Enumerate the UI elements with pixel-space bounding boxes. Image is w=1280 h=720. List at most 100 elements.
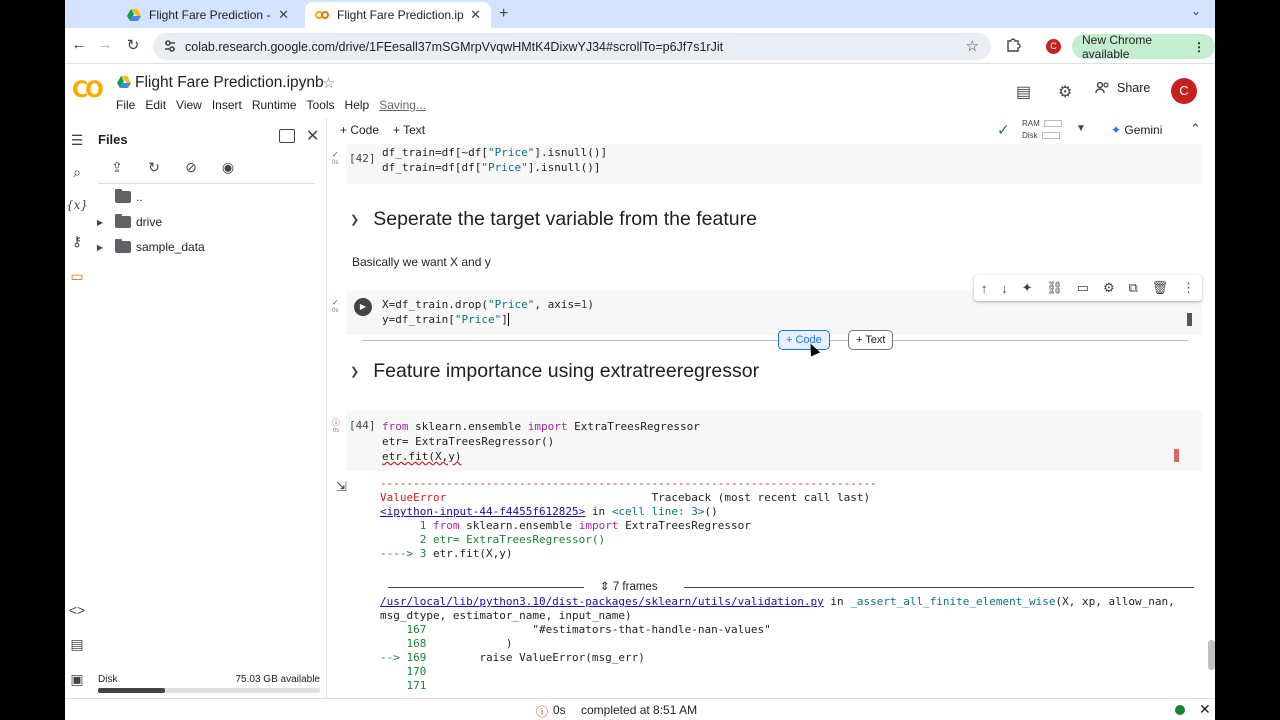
tab-title: Flight Fare Prediction.ipynb - — [337, 8, 464, 22]
insert-text-button[interactable]: + Text — [848, 330, 894, 350]
notebook-scrollbar[interactable] — [1208, 640, 1215, 670]
frames-toggle[interactable]: ⇕ 7 frames — [594, 579, 664, 593]
delete-trash-icon[interactable]: 🗑 — [1152, 280, 1169, 296]
notebook-title[interactable]: Flight Fare Prediction.ipynb — [135, 74, 324, 92]
address-bar[interactable]: colab.research.google.com/drive/1FEesall… — [153, 33, 991, 60]
section-heading[interactable]: ❯ Seperate the target variable from the … — [346, 208, 757, 231]
code-editor[interactable]: X=df_train.drop("Price", axis=1) y=df_tr… — [382, 297, 594, 327]
settings-gear-icon[interactable]: ⚙ — [1103, 280, 1115, 296]
code-cell-44[interactable]: [44] from sklearn.ensemble import ExtraT… — [346, 411, 1202, 471]
left-screen-margin — [0, 0, 65, 720]
tab-search-chevron-icon[interactable]: ⌄ — [1191, 4, 1201, 18]
file-row-drive[interactable]: ▶ drive — [93, 211, 162, 233]
tab-strip: Flight Fare Prediction - Googl ✕ Flight … — [65, 0, 1215, 28]
left-rail: ☰ ⌕ {x} ⚷ ▭ <> ▤ ▣ — [65, 118, 89, 698]
link-icon[interactable]: ⛓ — [1046, 280, 1063, 296]
variables-icon[interactable]: {x} — [65, 198, 89, 212]
move-down-icon[interactable]: ↓ — [1001, 281, 1008, 296]
new-chrome-available-button[interactable]: New Chrome available ⋮ — [1072, 33, 1215, 61]
disk-label: Disk — [98, 674, 118, 685]
file-row-parent[interactable]: .. — [93, 186, 143, 208]
disk-usage: Disk 75.03 GB available — [98, 674, 320, 685]
search-icon[interactable]: ⌕ — [68, 164, 86, 181]
menu-insert[interactable]: Insert — [212, 98, 242, 112]
colab-header: CO Flight Fare Prediction.ipynb ☆ File E… — [65, 64, 1215, 118]
ipython-input-link[interactable]: <ipython-input-44-f4455f612825> — [380, 505, 585, 518]
profile-avatar-small[interactable]: C — [1046, 39, 1061, 54]
command-palette-icon[interactable]: ▤ — [68, 636, 86, 653]
gemini-button[interactable]: ✦ Gemini — [1111, 123, 1162, 137]
output-actions-icon[interactable]: ⇲ — [336, 479, 347, 495]
close-status-icon[interactable]: ✕ — [1199, 701, 1211, 718]
comments-icon[interactable]: ▤ — [1016, 82, 1031, 102]
secrets-key-icon[interactable]: ⚷ — [68, 233, 86, 250]
menu-help[interactable]: Help — [345, 98, 370, 112]
files-folder-icon[interactable]: ▭ — [68, 268, 86, 285]
collapse-chevron-icon[interactable]: ❯ — [350, 365, 359, 378]
collapsed-frames[interactable]: ⇕ 7 frames — [388, 579, 1194, 594]
open-in-tab-icon[interactable] — [279, 129, 295, 143]
account-avatar[interactable]: C — [1171, 78, 1197, 104]
gemini-spark-icon[interactable]: ✦ — [1022, 280, 1033, 296]
section-heading[interactable]: ❯ Feature importance using extratreeregr… — [346, 360, 759, 383]
table-of-contents-icon[interactable]: ☰ — [68, 132, 86, 149]
more-vert-icon[interactable]: ⋮ — [1182, 280, 1195, 296]
collapse-chevron-icon[interactable]: ❯ — [350, 213, 359, 226]
google-drive-icon[interactable] — [117, 76, 131, 89]
upload-file-icon[interactable]: ⇪ — [107, 159, 127, 176]
close-tab-icon[interactable]: ✕ — [278, 7, 289, 23]
file-row-sample-data[interactable]: ▶ sample_data — [93, 236, 205, 258]
terminal-icon[interactable]: ▣ — [68, 671, 86, 688]
more-menu-icon[interactable]: ⋮ — [1193, 40, 1205, 54]
cell-status-error: ⓘ 0s — [332, 418, 340, 434]
browser-toolbar: ← → ↻ colab.research.google.com/drive/1F… — [65, 28, 1215, 64]
share-button[interactable]: Share — [1095, 81, 1150, 95]
code-snippets-icon[interactable]: <> — [68, 602, 86, 618]
file-name: .. — [136, 190, 143, 204]
new-tab-button[interactable]: + — [499, 5, 508, 23]
browser-window: Flight Fare Prediction - Googl ✕ Flight … — [65, 0, 1215, 720]
reload-icon[interactable]: ↻ — [123, 36, 143, 54]
close-tab-icon[interactable]: ✕ — [470, 7, 481, 23]
add-text-button[interactable]: + Text — [393, 123, 425, 137]
expand-caret-icon[interactable]: ▶ — [93, 243, 107, 252]
toggle-hidden-files-icon[interactable]: ◉ — [218, 159, 238, 176]
disk-bar — [1041, 132, 1060, 140]
bookmark-star-icon[interactable]: ☆ — [966, 37, 979, 55]
refresh-icon[interactable]: ↻ — [144, 159, 164, 176]
add-code-button[interactable]: + Code — [340, 123, 379, 137]
extensions-puzzle-icon[interactable] — [1005, 37, 1021, 53]
expand-caret-icon[interactable]: ▶ — [93, 218, 107, 227]
forward-arrow-icon[interactable]: → — [95, 36, 115, 53]
back-arrow-icon[interactable]: ← — [69, 36, 89, 53]
insert-code-button[interactable]: + Code — [778, 330, 830, 350]
runtime-dropdown-icon[interactable]: ▼ — [1076, 123, 1086, 134]
text-cell[interactable]: Basically we want X and y — [352, 255, 491, 269]
settings-gear-icon[interactable]: ⚙ — [1058, 82, 1072, 102]
site-info-icon[interactable] — [163, 39, 177, 53]
colab-logo[interactable]: CO — [72, 78, 104, 103]
code-editor[interactable]: df_train=df[~df["Price"].isnull()] df_tr… — [382, 145, 607, 175]
comment-icon[interactable]: ▭ — [1077, 280, 1089, 296]
menu-file[interactable]: File — [116, 98, 135, 112]
code-editor[interactable]: from sklearn.ensemble import ExtraTreesR… — [382, 419, 700, 464]
close-panel-icon[interactable]: ✕ — [306, 126, 319, 146]
menu-tools[interactable]: Tools — [307, 98, 335, 112]
menu-runtime[interactable]: Runtime — [252, 98, 297, 112]
code-cell-42[interactable]: [42] df_train=df[~df["Price"].isnull()] … — [346, 144, 1202, 184]
run-cell-play-icon[interactable]: ▶ — [354, 298, 372, 316]
menu-view[interactable]: View — [176, 98, 202, 112]
menu-edit[interactable]: Edit — [145, 98, 166, 112]
folder-icon — [115, 214, 131, 228]
mirror-cell-icon[interactable]: ⧉ — [1128, 280, 1137, 296]
tab-drive[interactable]: Flight Fare Prediction - Googl ✕ — [117, 2, 299, 28]
notebook-toolbar: + Code + Text ✓ RAM Disk ▼ ✦ Gemini ⌃ — [328, 118, 1215, 144]
validation-path-link[interactable]: /usr/local/lib/python3.10/dist-packages/… — [380, 595, 824, 608]
mount-drive-icon[interactable]: ⊘ — [181, 159, 201, 176]
tab-colab[interactable]: Flight Fare Prediction.ipynb - ✕ — [305, 2, 491, 28]
move-up-icon[interactable]: ↑ — [981, 281, 988, 296]
star-notebook-icon[interactable]: ☆ — [322, 74, 335, 92]
collapse-header-icon[interactable]: ⌃ — [1190, 121, 1201, 137]
ram-disk-indicator[interactable]: RAM Disk — [1022, 118, 1062, 142]
cell-scrollbar[interactable] — [1187, 313, 1192, 326]
